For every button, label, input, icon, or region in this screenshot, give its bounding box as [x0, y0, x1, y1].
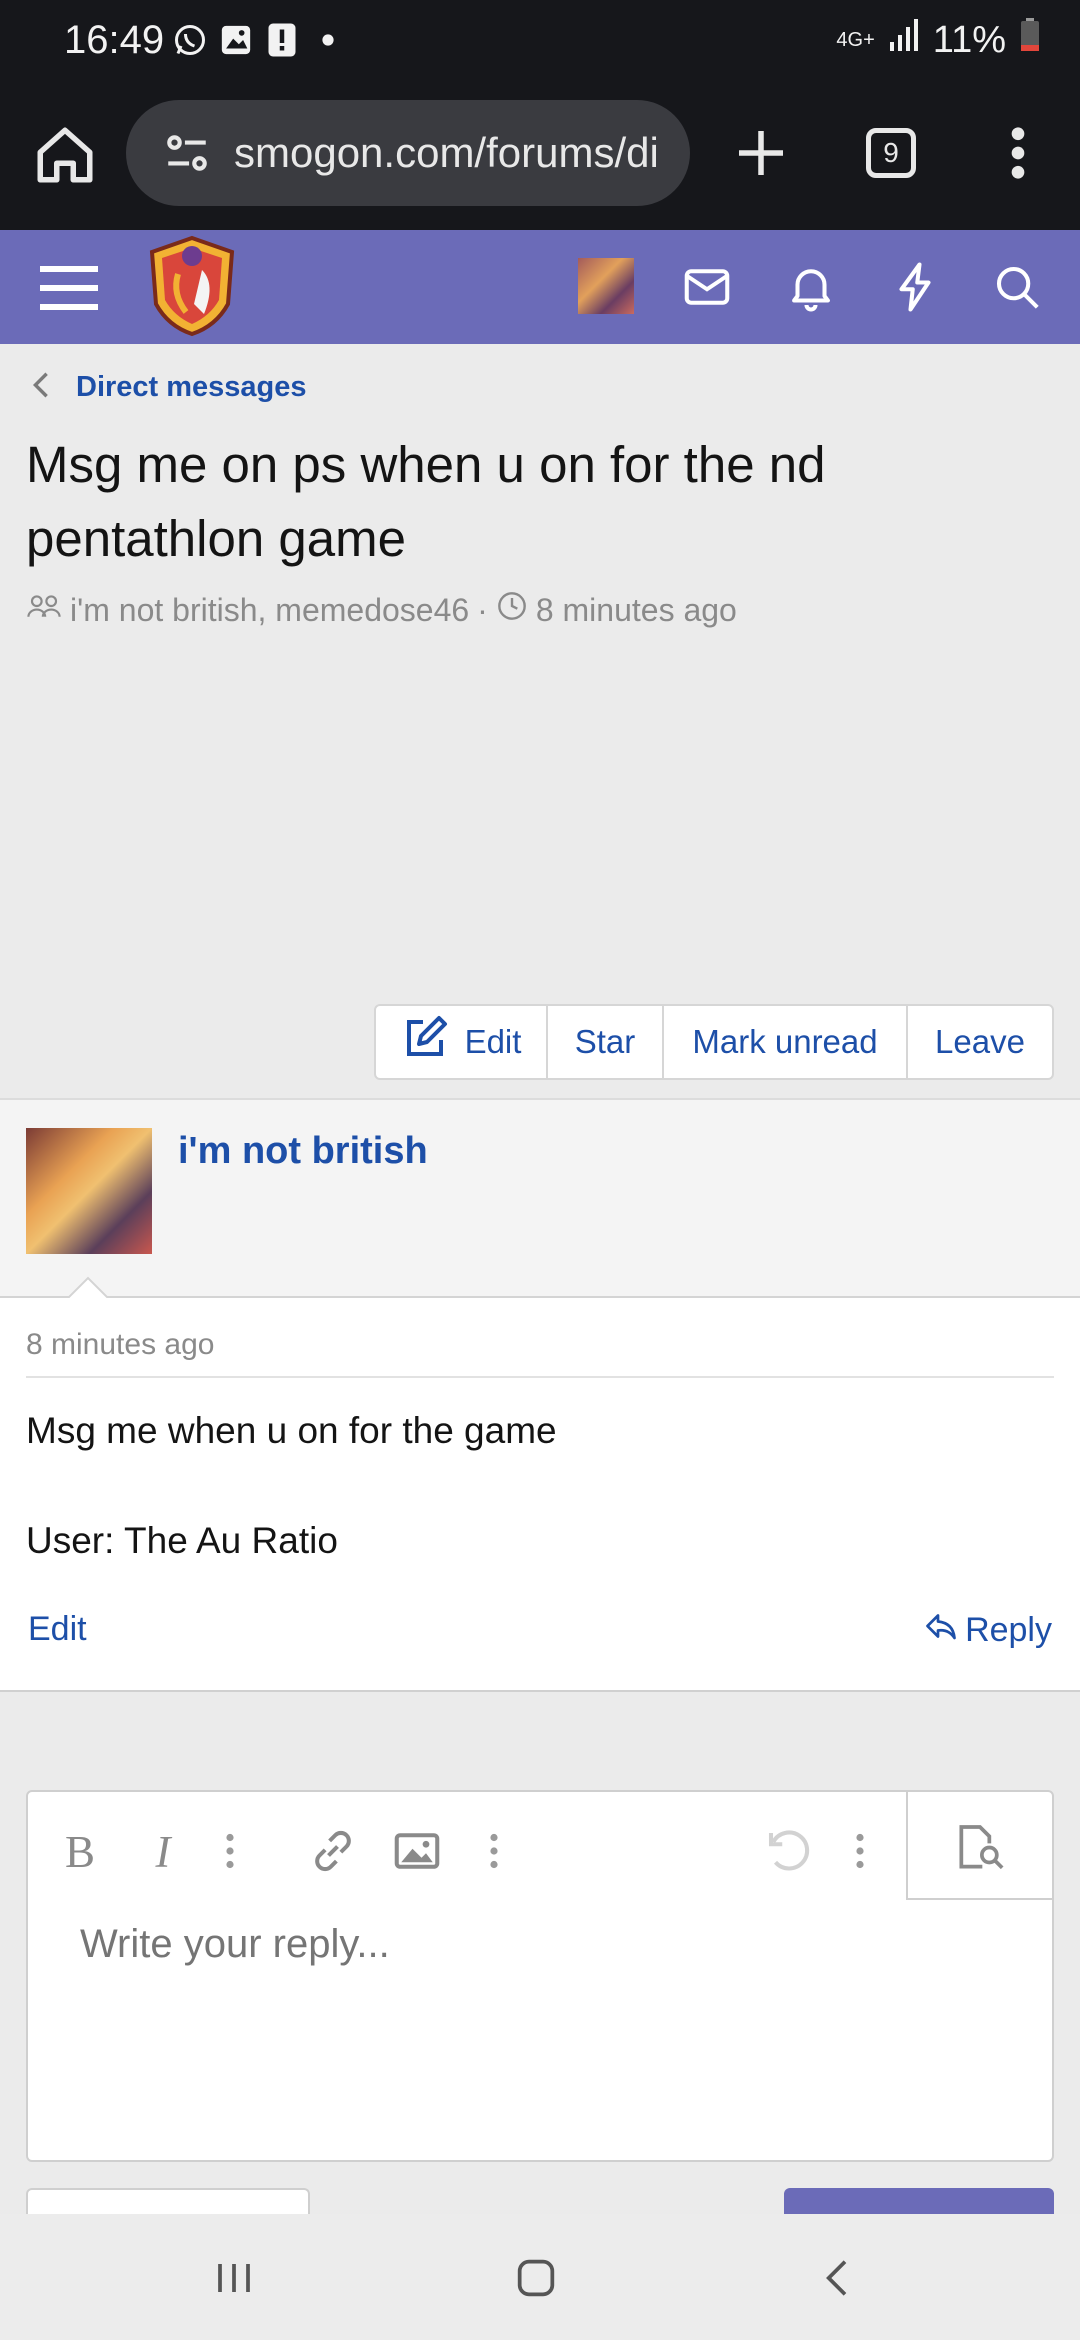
whats-new-bolt-icon[interactable] [888, 260, 942, 314]
bold-icon[interactable]: B [56, 1824, 110, 1878]
conversation-time: 8 minutes ago [535, 591, 737, 628]
whatsapp-icon [172, 22, 208, 58]
reply-icon [923, 1608, 959, 1653]
gallery-icon [218, 22, 254, 58]
divider [26, 1376, 1054, 1378]
signal-icon [889, 18, 919, 62]
reply-editor: B I [26, 1790, 1054, 2162]
recent-apps-icon[interactable] [206, 2250, 262, 2306]
page-title: Msg me on ps when u on for the nd pentat… [26, 436, 826, 567]
url-text: smogon.com/forums/di [234, 129, 659, 176]
message-text-line: Msg me when u on for the game [26, 1410, 557, 1451]
alert-icon [264, 22, 300, 58]
back-nav-icon[interactable] [810, 2250, 866, 2306]
home-nav-icon[interactable] [508, 2250, 564, 2306]
conversation-actions: Edit Star Mark unread Leave [374, 1004, 1054, 1080]
italic-icon[interactable]: I [142, 1824, 196, 1878]
more-text-options-icon[interactable] [218, 1824, 242, 1878]
alerts-bell-icon[interactable] [784, 260, 838, 314]
author-avatar[interactable] [26, 1128, 152, 1254]
message-body: 8 minutes ago Msg me when u on for the g… [0, 1298, 1080, 1692]
link-icon[interactable] [306, 1824, 360, 1878]
battery-icon [1020, 18, 1040, 62]
system-nav-bar [0, 2214, 1080, 2340]
mark-unread-button[interactable]: Mark unread [664, 1006, 908, 1078]
status-time: 16:49 [64, 18, 165, 62]
author-name[interactable]: i'm not british [178, 1130, 428, 1173]
more-insert-options-icon[interactable] [482, 1824, 506, 1878]
image-icon[interactable] [390, 1824, 444, 1878]
reply-button[interactable]: Reply [923, 1608, 1052, 1653]
status-right: 4G+ 11% [836, 18, 1040, 62]
site-settings-icon[interactable] [162, 128, 212, 178]
message-text-line: User: The Au Ratio [26, 1520, 338, 1561]
leave-button[interactable]: Leave [908, 1006, 1052, 1078]
star-button[interactable]: Star [548, 1006, 664, 1078]
tab-switcher-button[interactable]: 9 [866, 128, 916, 178]
message-pointer [66, 1276, 110, 1300]
browser-toolbar: smogon.com/forums/di 9 [0, 86, 1080, 230]
edit-label: Edit [464, 1023, 522, 1060]
notification-icons [172, 22, 346, 58]
chevron-left-icon [28, 370, 54, 405]
dot-icon [310, 22, 346, 58]
home-icon[interactable] [32, 122, 98, 188]
smogon-logo[interactable] [142, 234, 242, 338]
message-time[interactable]: 8 minutes ago [26, 1328, 214, 1362]
svg-text:I: I [155, 1827, 173, 1877]
preview-search-icon [952, 1820, 1008, 1881]
edit-icon [401, 1014, 449, 1070]
preview-toggle[interactable] [906, 1792, 1052, 1900]
network-type: 4G+ [836, 28, 875, 51]
edit-button[interactable]: Edit [376, 1006, 548, 1078]
status-bar: 16:49 4G+ 11% [0, 0, 1080, 86]
more-editor-options-icon[interactable] [848, 1824, 872, 1878]
user-avatar[interactable] [578, 258, 634, 314]
reply-label: Reply [965, 1611, 1052, 1649]
undo-icon[interactable] [762, 1824, 816, 1878]
message-user-header: i'm not british [0, 1098, 1080, 1298]
forum-header [0, 230, 1080, 344]
participants-icon [26, 591, 62, 629]
message-edit-link[interactable]: Edit [28, 1610, 87, 1649]
battery-percent: 11% [932, 18, 1006, 61]
meta-separator: · [477, 591, 488, 628]
search-icon[interactable] [990, 260, 1044, 314]
inbox-icon[interactable] [680, 260, 734, 314]
new-tab-icon[interactable] [728, 120, 794, 186]
breadcrumb-link[interactable]: Direct messages [76, 371, 307, 404]
svg-text:B: B [65, 1827, 95, 1877]
participants[interactable]: i'm not british, memedose46 [70, 592, 469, 629]
reply-input[interactable] [80, 1922, 960, 1967]
conversation-meta: i'm not british, memedose46 · 8 minutes … [26, 590, 737, 630]
clock-icon [496, 590, 528, 630]
breadcrumb[interactable]: Direct messages [28, 370, 307, 405]
address-bar[interactable]: smogon.com/forums/di [126, 100, 690, 206]
more-options-icon[interactable] [1000, 120, 1036, 186]
menu-icon[interactable] [40, 262, 100, 314]
